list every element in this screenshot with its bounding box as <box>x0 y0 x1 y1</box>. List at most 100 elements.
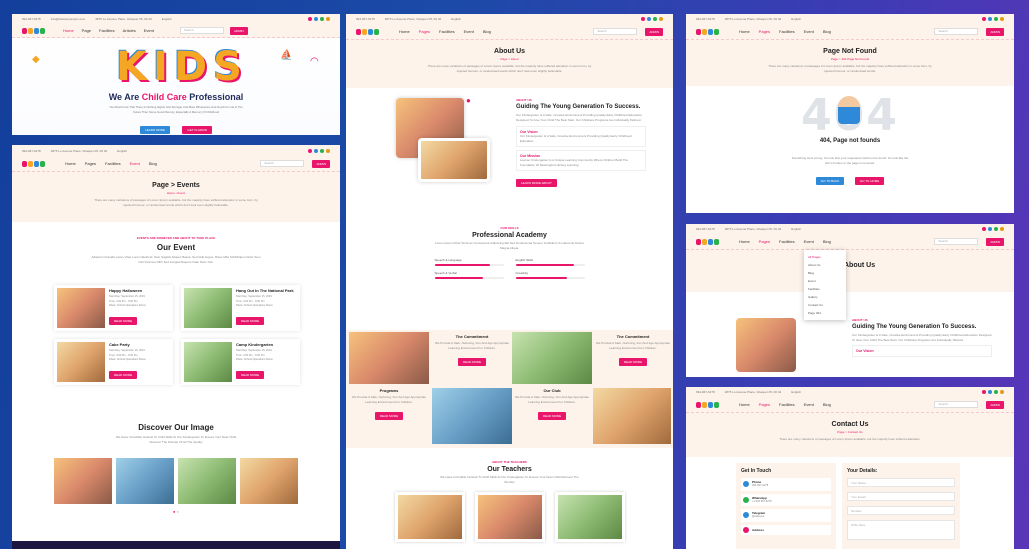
social-icons[interactable] <box>982 17 1004 21</box>
go-back-button[interactable]: GO TO BACK <box>815 177 845 185</box>
contact-info-row[interactable]: Address <box>741 524 831 535</box>
logo-icon[interactable] <box>696 238 719 245</box>
language-select[interactable]: English <box>117 149 127 153</box>
read-more-button[interactable]: READ MORE <box>537 412 567 420</box>
gallery-image[interactable] <box>240 458 298 504</box>
breadcrumb[interactable]: Page > Contact Us <box>686 430 1014 434</box>
gallery-image[interactable] <box>178 458 236 504</box>
number-field[interactable]: Number <box>847 506 955 515</box>
event-title[interactable]: Happy Halloween <box>109 288 146 293</box>
dropdown-item[interactable]: About Us <box>808 261 842 269</box>
dropdown-item[interactable]: Facilities <box>808 285 842 293</box>
read-more-button[interactable]: READ MORE <box>236 316 265 325</box>
nav-facilities[interactable]: Facilities <box>779 239 795 244</box>
event-card[interactable]: Camp Kindergarten Start Day: September 1… <box>181 339 300 385</box>
language-select[interactable]: English <box>791 390 801 394</box>
nav-blog[interactable]: Blog <box>483 29 491 34</box>
nav-home[interactable]: Home <box>63 28 74 33</box>
nav-pages[interactable]: Pages <box>85 161 96 166</box>
admin-button[interactable]: ADMIN <box>986 400 1004 409</box>
event-title[interactable]: Cake Party <box>109 342 146 347</box>
read-more-button[interactable]: READ MORE <box>618 358 648 366</box>
breadcrumb[interactable]: Page > About <box>346 57 673 61</box>
read-more-button[interactable]: READ MORE <box>457 358 487 366</box>
nav-home[interactable]: Home <box>65 161 76 166</box>
language-select[interactable]: English <box>162 17 172 21</box>
nav-event[interactable]: Event <box>144 28 154 33</box>
gallery-pagination[interactable]: ● ● <box>12 509 340 514</box>
message-textarea[interactable]: Write Here <box>847 520 955 540</box>
social-icons[interactable] <box>308 17 330 21</box>
teacher-photo[interactable] <box>394 492 465 542</box>
nav-pages[interactable]: Pages <box>759 402 770 407</box>
teacher-photo[interactable] <box>474 492 545 542</box>
admin-button[interactable]: ADMIN <box>645 27 663 36</box>
nav-pages[interactable]: Pages <box>759 29 770 34</box>
breadcrumb[interactable]: Home • Event <box>12 191 340 195</box>
contact-info-row[interactable]: Phone 994-967-6278 <box>741 478 831 491</box>
event-card[interactable]: Hang Out In The National Park Start Day:… <box>181 285 300 331</box>
admin-button[interactable]: ADMIN <box>229 26 248 35</box>
social-icons[interactable] <box>982 227 1004 231</box>
nav-event[interactable]: Event <box>804 29 814 34</box>
event-card[interactable]: Cake Party Start Day: September 15, 2019… <box>54 339 173 385</box>
nav-event[interactable]: Event <box>130 161 140 166</box>
name-field[interactable]: Your Name <box>847 478 955 487</box>
gallery-image[interactable] <box>54 458 112 504</box>
go-home-button[interactable]: GO TO HOME <box>854 177 885 185</box>
nav-home[interactable]: Home <box>739 29 750 34</box>
nav-event[interactable]: Event <box>804 239 814 244</box>
logo-icon[interactable] <box>22 160 45 167</box>
search-input[interactable]: Search <box>593 28 638 35</box>
search-input[interactable]: Search <box>934 238 979 245</box>
nav-facilities[interactable]: Facilities <box>105 161 121 166</box>
nav-articles[interactable]: Articles <box>123 28 136 33</box>
language-select[interactable]: English <box>791 17 801 21</box>
logo-icon[interactable] <box>22 27 45 34</box>
nav-facilities[interactable]: Facilities <box>439 29 455 34</box>
dropdown-item[interactable]: Event <box>808 277 842 285</box>
social-icons[interactable] <box>641 17 663 21</box>
read-more-button[interactable]: READ MORE <box>109 316 138 325</box>
read-more-button[interactable]: READ MORE <box>236 370 265 379</box>
nav-facilities[interactable]: Facilities <box>99 28 115 33</box>
teacher-photo[interactable] <box>554 492 625 542</box>
dropdown-item[interactable]: All Pages <box>808 253 842 261</box>
nav-blog[interactable]: Blog <box>823 29 831 34</box>
nav-facilities[interactable]: Facilities <box>779 29 795 34</box>
nav-pages[interactable]: Pages <box>419 29 430 34</box>
language-select[interactable]: English <box>791 227 801 231</box>
social-icons[interactable] <box>982 390 1004 394</box>
learn-more-about-button[interactable]: LEARN MORE ABOUT <box>516 179 557 187</box>
search-input[interactable]: Search <box>934 401 979 408</box>
admin-button[interactable]: ADMIN <box>986 27 1004 36</box>
language-select[interactable]: English <box>451 17 461 21</box>
nav-event[interactable]: Event <box>804 402 814 407</box>
read-more-button[interactable]: READ MORE <box>109 370 138 379</box>
breadcrumb[interactable]: Page > 404 Page Not Found <box>686 57 1014 61</box>
nav-blog[interactable]: Blog <box>149 161 157 166</box>
nav-home[interactable]: Home <box>739 239 750 244</box>
dropdown-item[interactable]: Page 404 <box>808 309 842 317</box>
nav-event[interactable]: Event <box>464 29 474 34</box>
logo-icon[interactable] <box>696 28 719 35</box>
read-more-button[interactable]: READ MORE <box>374 412 404 420</box>
nav-home[interactable]: Home <box>399 29 410 34</box>
contact-info-row[interactable]: WhatsApp +1 994 967 6278 <box>741 493 831 506</box>
admin-button[interactable]: ADMIN <box>312 159 330 168</box>
admin-button[interactable]: ADMIN <box>986 237 1004 246</box>
logo-icon[interactable] <box>356 28 379 35</box>
nav-page[interactable]: Page <box>82 28 91 33</box>
gallery-image[interactable] <box>116 458 174 504</box>
search-input[interactable]: Search <box>934 28 979 35</box>
event-card[interactable]: Happy Halloween Start Day: September 15,… <box>54 285 173 331</box>
event-title[interactable]: Hang Out In The National Park <box>236 288 294 293</box>
search-input[interactable]: Search <box>179 27 224 34</box>
nav-pages[interactable]: Pages <box>759 239 770 244</box>
social-icons[interactable] <box>308 148 330 153</box>
event-title[interactable]: Camp Kindergarten <box>236 342 273 347</box>
nav-blog[interactable]: Blog <box>823 402 831 407</box>
contact-info-row[interactable]: Telegram @kidscare <box>741 509 831 522</box>
email-field[interactable]: Your Email <box>847 492 955 501</box>
dropdown-item[interactable]: Gallery <box>808 293 842 301</box>
